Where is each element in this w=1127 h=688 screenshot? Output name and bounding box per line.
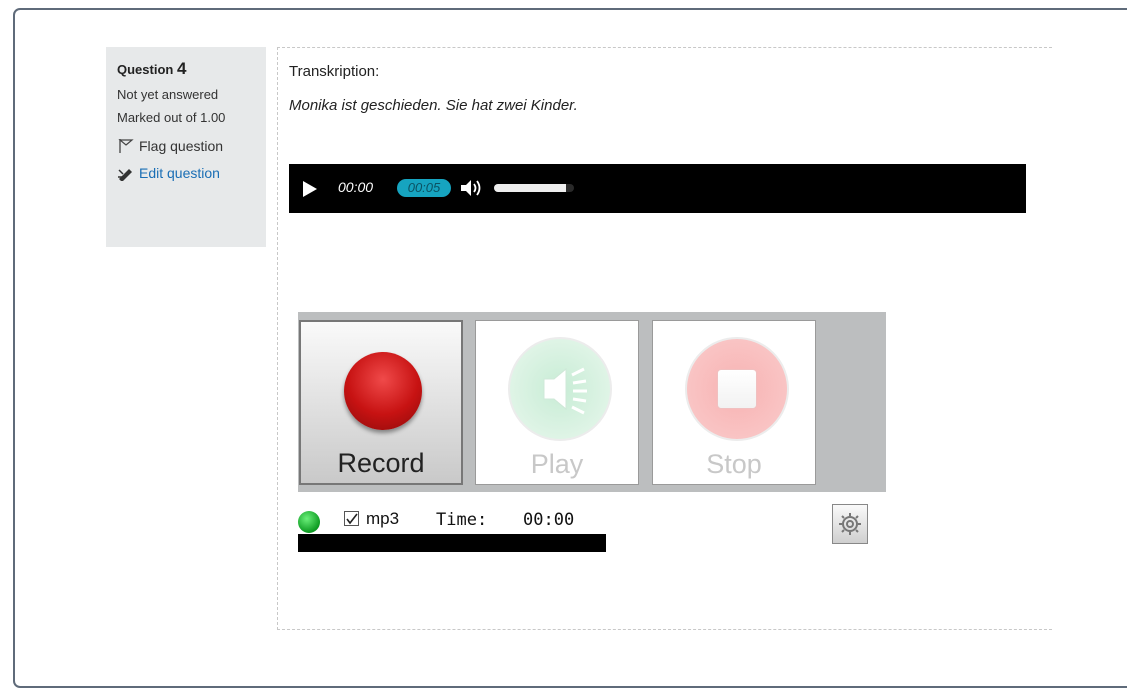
current-time: 00:00 — [338, 179, 374, 195]
time-value: 00:00 — [523, 510, 575, 530]
stop-label: Stop — [706, 449, 762, 479]
mp3-checkbox[interactable] — [344, 511, 359, 526]
volume-slider[interactable] — [494, 184, 574, 192]
play-recording-button[interactable]: Play — [475, 320, 639, 485]
audio-recorder: Record Play Stop — [298, 312, 886, 492]
speaker-icon — [508, 337, 612, 441]
settings-button[interactable] — [832, 504, 868, 544]
record-label: Record — [337, 448, 425, 478]
edit-question-label: Edit question — [139, 165, 220, 181]
check-icon — [346, 513, 358, 525]
time-label: Time: — [436, 510, 488, 530]
status-led-icon — [298, 511, 320, 533]
flag-icon — [118, 139, 134, 153]
record-button[interactable]: Record — [299, 320, 463, 485]
play-icon[interactable] — [303, 181, 317, 197]
stop-button[interactable]: Stop — [652, 320, 816, 485]
question-prefix: Question — [117, 62, 174, 77]
question-number-value: 4 — [176, 59, 187, 78]
recorder-status-row: mp3 Time: 00:00 — [298, 508, 898, 533]
volume-icon[interactable] — [459, 178, 485, 198]
question-grade: Marked out of 1.00 — [117, 110, 226, 125]
stop-icon — [685, 337, 789, 441]
question-content: Transkription: Monika ist geschieden. Si… — [277, 47, 1052, 630]
gear-icon — [839, 513, 861, 535]
flag-question-label: Flag question — [139, 138, 224, 154]
format-label: mp3 — [366, 509, 400, 528]
question-number: Question 4 — [117, 59, 266, 79]
progress-bar[interactable]: 00:05 — [397, 179, 451, 197]
edit-question-link[interactable]: Edit question — [117, 165, 266, 181]
volume-fill — [494, 184, 566, 192]
transcription-text: Monika ist geschieden. Sie hat zwei Kind… — [289, 97, 578, 114]
question-state: Not yet answered — [117, 87, 219, 102]
audio-player: 00:00 00:05 — [289, 164, 1026, 213]
stop-square — [717, 369, 757, 409]
transcription-label: Transkription: — [289, 63, 380, 80]
play-label: Play — [530, 449, 584, 479]
flag-question-link[interactable]: Flag question — [117, 138, 266, 154]
question-info-panel: Question 4 Not yet answered Marked out o… — [106, 47, 266, 247]
record-icon — [344, 352, 422, 430]
edit-icon — [118, 169, 132, 181]
recording-level-bar — [298, 534, 606, 552]
